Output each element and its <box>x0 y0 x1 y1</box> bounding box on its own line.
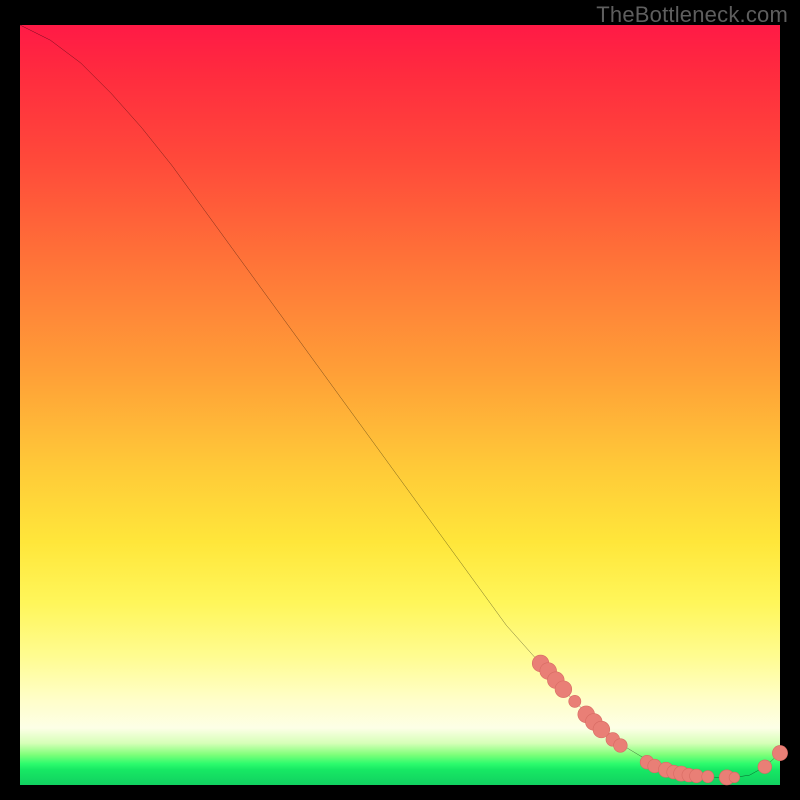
curve-marker <box>569 695 581 707</box>
curve-marker <box>690 769 704 783</box>
curve-marker <box>772 745 787 760</box>
curve-marker <box>758 760 772 774</box>
chart-frame: TheBottleneck.com <box>0 0 800 800</box>
curve-marker <box>702 771 714 783</box>
curve-markers <box>532 655 787 785</box>
plot-area <box>20 25 780 785</box>
curve-marker <box>555 681 572 698</box>
curve-marker <box>614 739 628 753</box>
bottleneck-curve <box>20 25 780 777</box>
curve-marker <box>729 772 740 783</box>
chart-svg <box>20 25 780 785</box>
